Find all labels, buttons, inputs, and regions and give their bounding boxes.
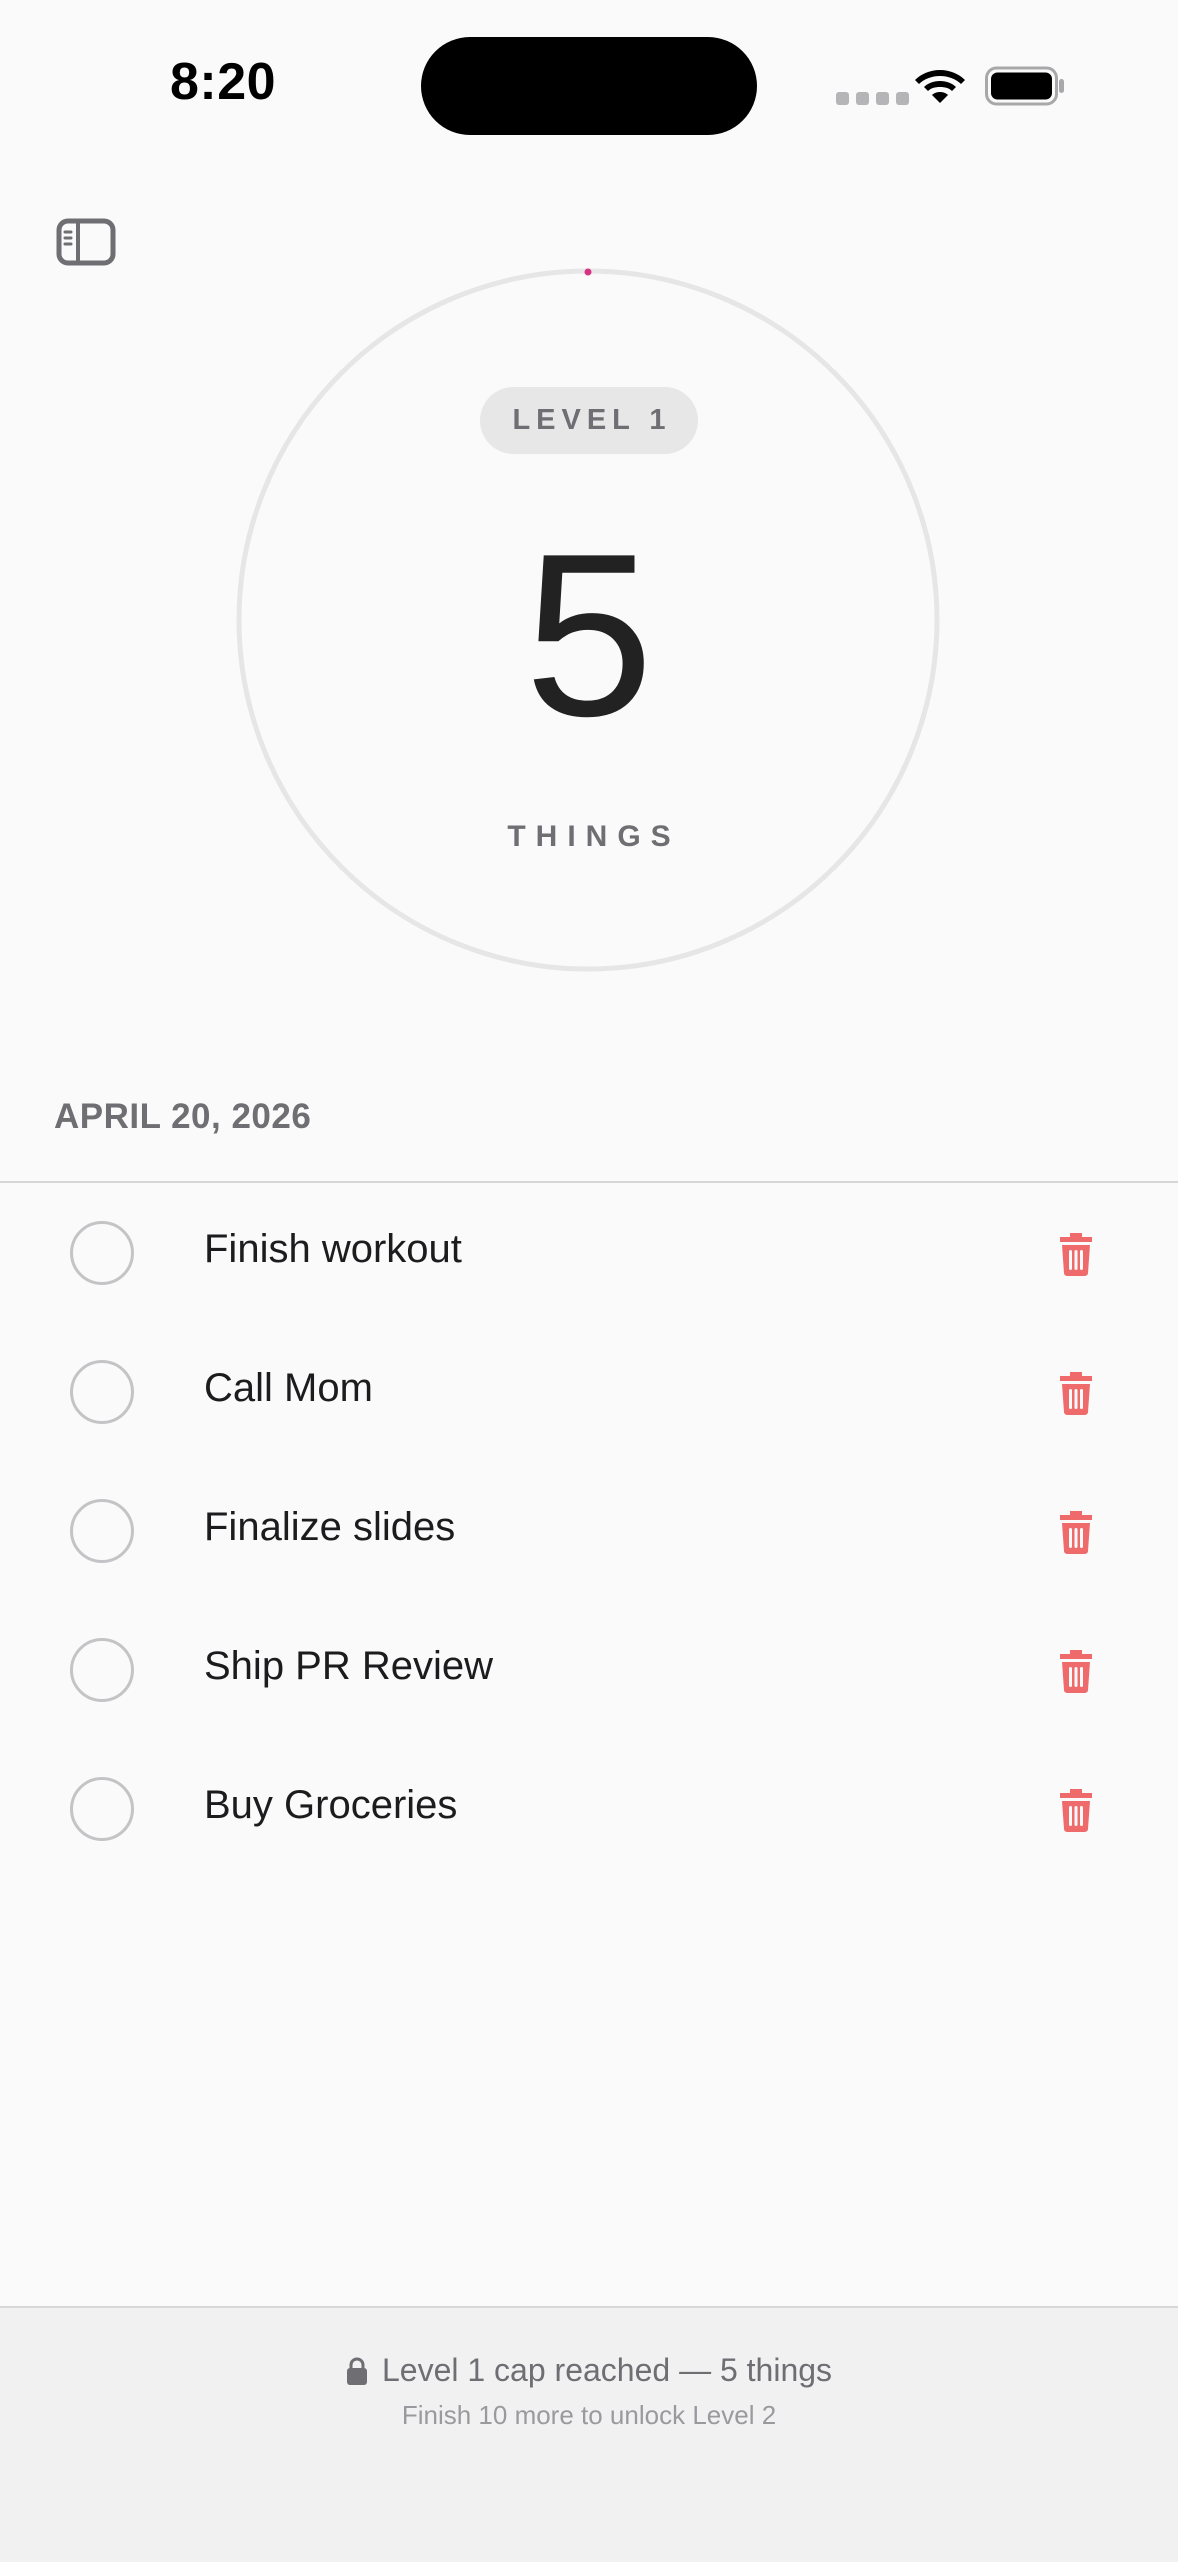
cap-message: Level 1 cap reached — 5 things — [0, 2352, 1178, 2389]
task-label[interactable]: Finish workout — [204, 1221, 462, 1277]
task-checkbox[interactable] — [70, 1221, 134, 1285]
level-cap-footer: Level 1 cap reached — 5 things Finish 10… — [0, 2306, 1178, 2562]
task-checkbox[interactable] — [70, 1777, 134, 1841]
trash-icon[interactable] — [1056, 1229, 1096, 1277]
task-label[interactable]: Buy Groceries — [204, 1777, 457, 1833]
things-count: 5 — [524, 506, 654, 765]
level-badge: LEVEL 1 — [480, 387, 698, 454]
trash-icon[interactable] — [1056, 1507, 1096, 1555]
progress-ring-indicator — [584, 268, 592, 276]
task-checkbox[interactable] — [70, 1360, 134, 1424]
date-header: APRIL 20, 2026 — [54, 1097, 312, 1136]
task-checkbox[interactable] — [70, 1638, 134, 1702]
task-label[interactable]: Finalize slides — [204, 1499, 455, 1555]
wifi-icon — [915, 70, 965, 103]
cap-text: Level 1 cap reached — 5 things — [381, 2352, 833, 2388]
trash-icon[interactable] — [1056, 1646, 1096, 1694]
trash-icon[interactable] — [1056, 1785, 1096, 1833]
task-checkbox[interactable] — [70, 1499, 134, 1563]
task-row: Finalize slides — [0, 1461, 1178, 1600]
dynamic-island — [421, 37, 757, 135]
sidebar-toggle-button[interactable] — [56, 218, 116, 266]
task-row: Call Mom — [0, 1322, 1178, 1461]
task-row: Ship PR Review — [0, 1600, 1178, 1739]
trash-icon[interactable] — [1056, 1368, 1096, 1416]
task-label[interactable]: Call Mom — [204, 1360, 373, 1416]
task-list: Finish workout Call Mom Finalize slides — [0, 1183, 1178, 1878]
battery-icon — [985, 66, 1064, 106]
task-row: Finish workout — [0, 1183, 1178, 1322]
task-row: Buy Groceries — [0, 1739, 1178, 1878]
lock-icon — [346, 2356, 367, 2385]
unlock-hint: Finish 10 more to unlock Level 2 — [401, 2400, 777, 2430]
cellular-signal-icon — [836, 92, 909, 105]
things-unit-label: THINGS — [507, 820, 681, 853]
task-label[interactable]: Ship PR Review — [204, 1638, 493, 1694]
status-time: 8:20 — [170, 53, 277, 111]
